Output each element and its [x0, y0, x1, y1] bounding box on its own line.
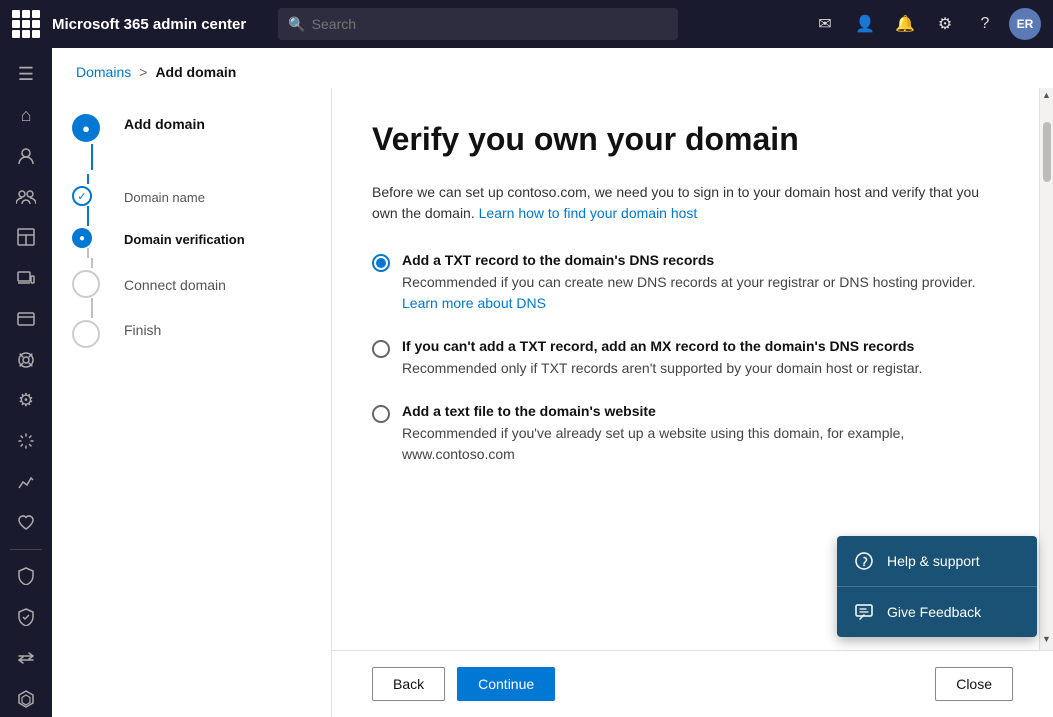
breadcrumb: Domains > Add domain	[52, 48, 1053, 88]
bell-icon-btn[interactable]: 🔔	[889, 8, 921, 40]
step-circle-connect-domain	[72, 270, 100, 298]
option-txt-desc-text: Recommended if you can create new DNS re…	[402, 274, 975, 290]
help-icon-btn[interactable]: ?	[969, 8, 1001, 40]
sidebar-icon-billing[interactable]	[6, 301, 46, 338]
sidebar-icon-exchange[interactable]	[6, 639, 46, 676]
continue-button[interactable]: Continue	[457, 667, 555, 701]
step-label-connect-domain: Connect domain	[124, 273, 226, 293]
radio-mx-record[interactable]	[372, 340, 390, 358]
help-support-label: Help & support	[887, 553, 980, 569]
option-textfile-title: Add a text file to the domain's website	[402, 403, 999, 419]
feedback-icon	[853, 601, 875, 623]
sidebar-icon-health[interactable]	[6, 504, 46, 541]
option-txt-record: Add a TXT record to the domain's DNS rec…	[372, 252, 999, 314]
help-feedback-popup: Help & support Give Feedback	[837, 536, 1037, 637]
search-input[interactable]	[312, 16, 669, 32]
search-icon: 🔍	[288, 16, 305, 33]
option-textfile-desc: Recommended if you've already set up a w…	[402, 423, 999, 465]
contact-icon-btn[interactable]: 👤	[849, 8, 881, 40]
help-support-item[interactable]: Help & support	[837, 536, 1037, 586]
main-layout: ☰ ⌂ ⚙	[0, 48, 1053, 717]
option-txt-title: Add a TXT record to the domain's DNS rec…	[402, 252, 999, 268]
step-label-add-domain: Add domain	[124, 112, 205, 132]
radio-text-file[interactable]	[372, 405, 390, 423]
description-text: Before we can set up contoso.com, we nee…	[372, 182, 999, 224]
app-title: Microsoft 365 admin center	[52, 16, 246, 33]
step-circle-domain-verification: ●	[72, 228, 92, 248]
step-label-domain-name: Domain name	[124, 186, 205, 205]
sidebar-icon-settings[interactable]: ⚙	[6, 382, 46, 419]
give-feedback-label: Give Feedback	[887, 604, 981, 620]
step-add-domain: ● Add domain	[72, 112, 311, 170]
sidebar-icon-security[interactable]	[6, 558, 46, 595]
scroll-thumb[interactable]	[1043, 122, 1051, 182]
scroll-down-btn[interactable]: ▼	[1040, 632, 1053, 646]
step-label-finish: Finish	[124, 318, 161, 338]
option-mx-title: If you can't add a TXT record, add an MX…	[402, 338, 922, 354]
option-mx-record: If you can't add a TXT record, add an MX…	[372, 338, 999, 379]
sidebar-icon-reports[interactable]	[6, 464, 46, 501]
avatar[interactable]: ER	[1009, 8, 1041, 40]
close-button[interactable]: Close	[935, 667, 1013, 701]
sidebar-icon-org[interactable]	[6, 219, 46, 256]
email-icon-btn[interactable]: ✉	[809, 8, 841, 40]
radio-txt-record[interactable]	[372, 254, 390, 272]
back-button[interactable]: Back	[372, 667, 445, 701]
footer-buttons: Back Continue Close	[332, 650, 1053, 717]
step-circle-domain-name: ✓	[72, 186, 92, 206]
sidebar-icon-setup[interactable]	[6, 423, 46, 460]
waffle-menu[interactable]	[12, 10, 40, 38]
scroll-up-btn[interactable]: ▲	[1040, 88, 1053, 102]
sidebar-icons: ☰ ⌂ ⚙	[0, 48, 52, 717]
learn-dns-link[interactable]: Learn more about DNS	[402, 295, 546, 311]
topbar-actions: ✉ 👤 🔔 ⚙ ? ER	[809, 8, 1041, 40]
sidebar-icon-groups[interactable]	[6, 178, 46, 215]
give-feedback-item[interactable]: Give Feedback	[837, 587, 1037, 637]
sidebar-divider-1	[10, 549, 42, 550]
step-circle-finish	[72, 320, 100, 348]
gear-icon-btn[interactable]: ⚙	[929, 8, 961, 40]
sidebar-icon-powerplatform[interactable]	[6, 680, 46, 717]
sidebar-icon-menu[interactable]: ☰	[6, 56, 46, 93]
sidebar-icon-devices[interactable]	[6, 260, 46, 297]
sidebar-icon-user[interactable]	[6, 138, 46, 175]
option-txt-desc: Recommended if you can create new DNS re…	[402, 272, 999, 314]
step-label-domain-verification: Domain verification	[124, 228, 245, 247]
sidebar-icon-compliance[interactable]	[6, 599, 46, 636]
option-mx-desc: Recommended only if TXT records aren't s…	[402, 358, 922, 379]
steps-panel: ● Add domain ✓ Domain name	[52, 88, 332, 717]
sidebar-icon-home[interactable]: ⌂	[6, 97, 46, 134]
breadcrumb-domains-link[interactable]: Domains	[76, 64, 131, 80]
scrollbar[interactable]: ▲ ▼	[1039, 88, 1053, 650]
topbar: Microsoft 365 admin center 🔍 ✉ 👤 🔔 ⚙ ? E…	[0, 0, 1053, 48]
breadcrumb-current: Add domain	[155, 64, 236, 80]
option-text-file: Add a text file to the domain's website …	[372, 403, 999, 465]
find-domain-host-link[interactable]: Learn how to find your domain host	[479, 205, 698, 221]
help-support-icon	[853, 550, 875, 572]
step-circle-add-domain: ●	[72, 114, 100, 142]
breadcrumb-separator: >	[139, 64, 147, 80]
search-bar[interactable]: 🔍	[278, 8, 678, 40]
sidebar-icon-support[interactable]	[6, 341, 46, 378]
page-heading: Verify you own your domain	[372, 120, 999, 158]
